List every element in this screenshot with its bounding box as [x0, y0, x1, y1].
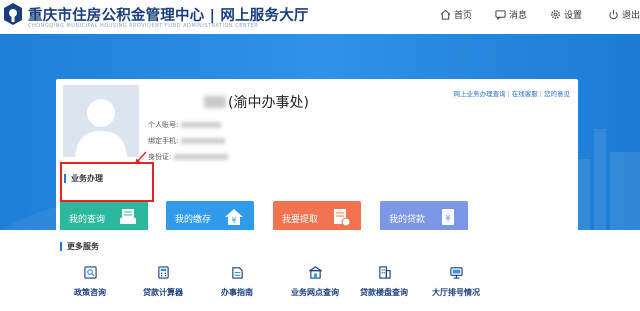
nav-home[interactable]: 首页: [440, 8, 472, 21]
svg-text:¥: ¥: [445, 214, 451, 224]
service-guide-label: 办事指南: [221, 288, 253, 297]
site-subtitle: CHONGQING MUNICIPAL HOUSING PROVIDENT FU…: [28, 23, 259, 29]
query-highlight-box: [60, 162, 154, 202]
nav-logout[interactable]: 退出: [608, 8, 640, 21]
message-icon: [495, 10, 506, 20]
quick-links: 网上业务办理查询 | 在线客服 | 您的意见: [453, 90, 570, 98]
nav-settings-label: 设置: [564, 11, 583, 21]
phone-label: 绑定手机:: [148, 137, 179, 145]
logo-icon: [4, 3, 22, 25]
withdraw-button[interactable]: 我要提取: [273, 201, 361, 230]
my-deposit-label: 我的缴存: [175, 215, 212, 225]
nav-messages-label: 消息: [509, 11, 528, 21]
user-avatar-icon: [75, 99, 127, 157]
query-icon: [120, 209, 136, 224]
withdraw-label: 我要提取: [282, 215, 319, 225]
account-label: 个人账号:: [148, 121, 179, 129]
phone-row: 绑定手机:: [148, 136, 226, 146]
withdraw-icon: [334, 209, 351, 227]
gear-icon: [551, 10, 560, 19]
svg-text:¥: ¥: [231, 216, 236, 225]
link-customer-service[interactable]: 在线客服: [512, 90, 538, 98]
my-query-button[interactable]: 我的查询: [60, 201, 148, 230]
my-loan-label: 我的贷款: [389, 215, 426, 225]
link-feedback[interactable]: 您的意见: [544, 90, 570, 98]
service-queue-label: 大厅排号情况: [432, 288, 480, 297]
user-name: (渝中办事处): [204, 92, 309, 112]
power-icon: [609, 9, 618, 20]
policy-icon: [83, 266, 97, 279]
id-label: 身份证:: [148, 153, 172, 161]
more-services-title: 更多服务: [60, 242, 99, 251]
nav-messages[interactable]: 消息: [495, 8, 527, 21]
calculator-icon: [157, 266, 169, 279]
account-redacted: [181, 122, 222, 128]
home-icon: [440, 9, 451, 20]
queue-icon: [449, 267, 463, 279]
guide-icon: [231, 267, 243, 279]
house-icon: ¥: [225, 209, 243, 225]
service-guide[interactable]: 办事指南: [192, 266, 282, 298]
office-name: (渝中办事处): [228, 95, 309, 111]
nav-logout-label: 退出: [622, 11, 640, 21]
header: 重庆市住房公积金管理中心 | 网上服务大厅 CHONGQING MUNICIPA…: [0, 0, 640, 34]
branch-icon: [308, 266, 322, 279]
loan-icon: ¥: [442, 209, 454, 225]
id-row: 身份证:: [148, 152, 229, 162]
id-redacted: [174, 154, 229, 160]
nav-home-label: 首页: [454, 11, 473, 21]
annotation-arrow-icon: [135, 151, 147, 164]
phone-redacted: [181, 138, 226, 144]
building-icon: [378, 266, 391, 279]
service-queue[interactable]: 大厅排号情况: [411, 266, 501, 298]
name-redacted: [204, 96, 226, 108]
nav-settings[interactable]: 设置: [550, 8, 582, 21]
my-query-label: 我的查询: [69, 215, 106, 225]
my-deposit-button[interactable]: 我的缴存 ¥: [166, 201, 254, 230]
link-online-query[interactable]: 网上业务办理查询: [454, 90, 506, 98]
avatar: [63, 85, 139, 157]
my-loan-button[interactable]: 我的贷款 ¥: [380, 201, 468, 230]
site-title: 重庆市住房公积金管理中心 | 网上服务大厅: [28, 8, 309, 24]
account-row: 个人账号:: [148, 120, 222, 130]
